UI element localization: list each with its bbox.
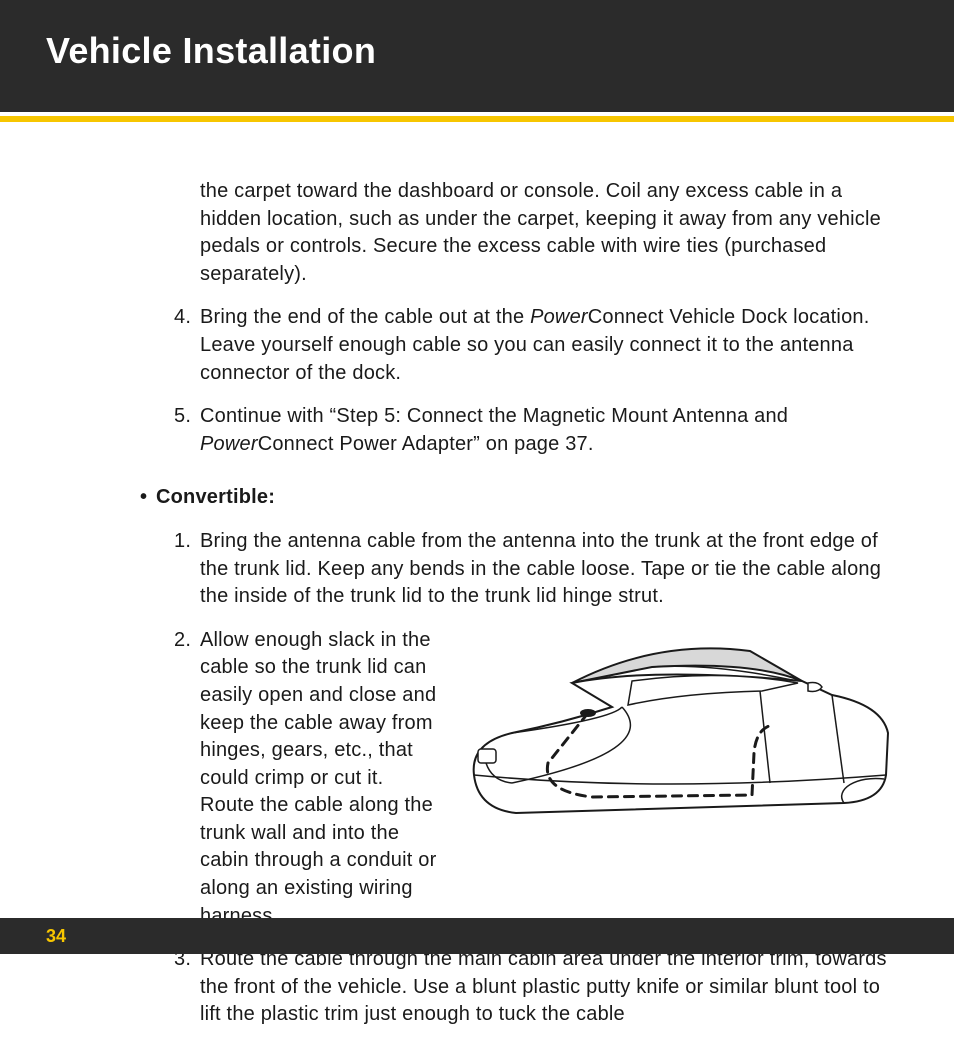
- conv-step-3: 3. Route the cable through the main cabi…: [174, 946, 896, 1029]
- page-title: Vehicle Installation: [46, 30, 908, 72]
- convertible-steps: 1. Bring the antenna cable from the ante…: [46, 528, 908, 1045]
- page-number: 34: [46, 926, 66, 947]
- conv-step-2: 2.: [174, 627, 896, 931]
- page-content: the carpet toward the dashboard or conso…: [0, 122, 954, 1045]
- step-text: Allow enough slack in the cable so the t…: [200, 629, 436, 927]
- subsection-label: Convertible:: [156, 486, 275, 508]
- step-text-italic: Power: [530, 306, 588, 328]
- car-illustration: [452, 633, 896, 868]
- step-text-post: Connect Power Adapter” on page 37.: [258, 433, 594, 455]
- step-text: Route the cable through the main cabin a…: [200, 948, 887, 1025]
- bullet-icon: •: [140, 484, 156, 512]
- step-text-pre: Continue with “Step 5: Connect the Magne…: [200, 405, 788, 427]
- step-text-pre: Bring the end of the cable out at the: [200, 306, 530, 328]
- conv-step-1: 1. Bring the antenna cable from the ante…: [174, 528, 896, 611]
- step-text-italic: Power: [200, 433, 258, 455]
- subsection-heading: •Convertible:: [46, 484, 908, 512]
- page-footer: 34: [0, 918, 954, 954]
- step-5: 5. Continue with “Step 5: Connect the Ma…: [174, 403, 896, 458]
- step-number: 1.: [174, 528, 191, 556]
- page-header: Vehicle Installation: [0, 0, 954, 112]
- step-4: 4. Bring the end of the cable out at the…: [174, 304, 896, 387]
- step-number: 2.: [174, 627, 191, 655]
- continuation-paragraph: the carpet toward the dashboard or conso…: [174, 178, 896, 288]
- step-text: Bring the antenna cable from the antenna…: [200, 530, 881, 607]
- step-number: 5.: [174, 403, 191, 431]
- step-number: 4.: [174, 304, 191, 332]
